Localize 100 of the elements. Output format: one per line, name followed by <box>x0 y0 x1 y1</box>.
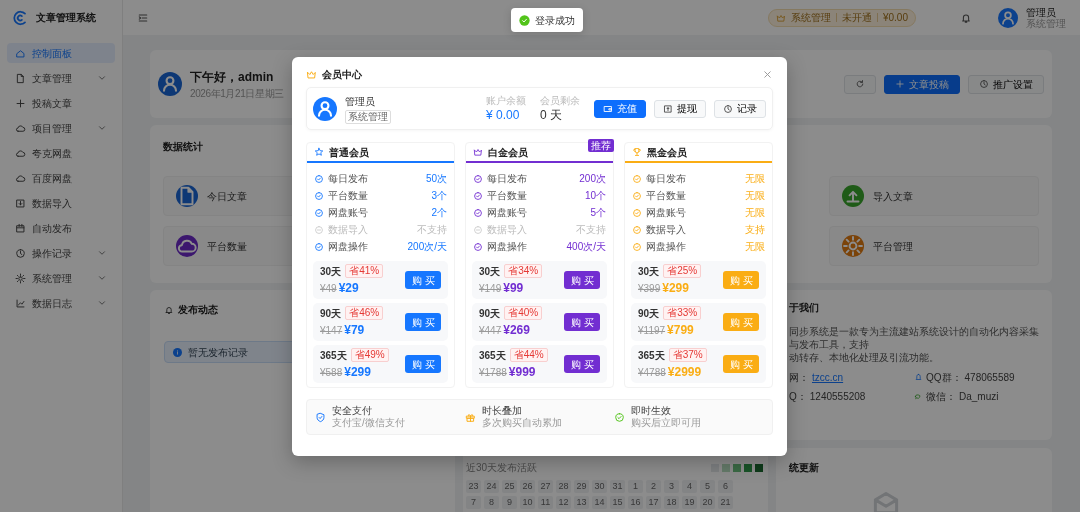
feature-label: 网盘操作 <box>646 240 686 254</box>
buy-button[interactable]: 购买 <box>564 355 600 373</box>
buy-button[interactable]: 购买 <box>405 355 441 373</box>
plus-icon <box>15 97 26 109</box>
calendar-day: 14 <box>592 496 607 509</box>
contact-label: Q： <box>789 390 807 404</box>
sidebar-item[interactable]: 文章管理 <box>7 68 115 88</box>
contact-label: 网： <box>789 371 809 385</box>
sidebar-item[interactable]: 自动发布 <box>7 218 115 238</box>
section-title: 统更新 <box>789 461 819 475</box>
calendar-day: 26 <box>520 480 535 493</box>
close-icon <box>762 68 773 80</box>
document-icon <box>176 185 198 207</box>
feature-value: 200次 <box>579 172 606 186</box>
user-name: 管理员 <box>1026 6 1056 18</box>
perk-subtitle: 支付宝/微信支付 <box>332 417 405 429</box>
clock-icon <box>723 103 733 114</box>
refresh-button[interactable] <box>844 74 876 94</box>
calendar-icon <box>15 222 26 234</box>
feature-label: 平台数量 <box>487 189 527 203</box>
feature-value: 3个 <box>431 189 447 203</box>
document-icon <box>15 72 26 84</box>
section-title: 于我们 <box>789 301 819 315</box>
original-price: ¥1197 <box>638 323 666 338</box>
recharge-button[interactable]: 充值 <box>594 99 646 118</box>
perk-title: 安全支付 <box>332 405 373 417</box>
calendar-day: 23 <box>466 480 481 493</box>
price-text: ¥999 <box>508 363 536 381</box>
calendar-day: 13 <box>574 496 589 509</box>
duration-text: 365天 <box>479 348 506 363</box>
contact-link[interactable]: tzcc.cn <box>812 370 844 385</box>
stat-tile[interactable]: 平台管理 <box>829 226 1039 266</box>
heat-legend-icon <box>711 463 765 472</box>
feature-value: 不支持 <box>576 223 606 237</box>
crown-icon <box>775 12 786 23</box>
sidebar-item[interactable]: 项目管理 <box>7 118 115 138</box>
buy-button[interactable]: 购买 <box>564 271 600 289</box>
feature-label: 数据导入 <box>487 223 527 237</box>
feature-value: 不支持 <box>417 223 447 237</box>
sidebar-item[interactable]: 数据日志 <box>7 293 115 313</box>
original-price: ¥147 <box>320 323 343 338</box>
duration-text: 30天 <box>320 264 342 279</box>
recommend-badge: 推荐 <box>588 139 614 152</box>
submit-button[interactable]: 文章投稿 <box>884 74 960 94</box>
calendar-day: 24 <box>484 480 499 493</box>
price-text: ¥2999 <box>667 363 702 381</box>
sidebar-item[interactable]: 投稿文章 <box>7 93 115 113</box>
history-button[interactable]: 记录 <box>714 99 766 118</box>
feature-label: 数据导入 <box>646 223 686 237</box>
close-button[interactable] <box>762 68 773 80</box>
sidebar-item[interactable]: 夸克网盘 <box>7 143 115 163</box>
feature-value: 无限 <box>745 206 765 220</box>
feature-label: 网盘账号 <box>487 206 527 220</box>
contact-value: 1240555208 <box>809 390 866 404</box>
crown-icon <box>306 68 317 80</box>
gear-icon <box>842 235 864 257</box>
discount-tag: 省25% <box>663 264 702 278</box>
duration-text: 90天 <box>479 306 501 321</box>
sidebar-item[interactable]: 百度网盘 <box>7 168 115 188</box>
feature-label: 数据导入 <box>328 223 368 237</box>
calendar-day: 6 <box>718 480 733 493</box>
buy-button[interactable]: 购买 <box>405 313 441 331</box>
feature-label: 平台数量 <box>646 189 686 203</box>
bell-icon <box>164 304 174 315</box>
calendar-day: 21 <box>718 496 733 509</box>
stat-tile[interactable]: 导入文章 <box>829 176 1039 216</box>
perk-title: 即时生效 <box>631 405 673 417</box>
menu-icon[interactable] <box>137 11 149 24</box>
sidebar-item[interactable]: 操作记录 <box>7 243 115 263</box>
contact-label: 微信： <box>926 390 956 404</box>
sidebar-item[interactable]: 控制面板 <box>7 43 115 63</box>
promo-button[interactable]: 推广设置 <box>968 74 1044 94</box>
price-text: ¥799 <box>667 321 694 339</box>
app-title: 文章管理系统 <box>36 11 96 25</box>
original-price: ¥399 <box>638 281 661 296</box>
bell-icon[interactable] <box>960 11 972 24</box>
calendar-day: 30 <box>592 480 607 493</box>
discount-tag: 省33% <box>663 306 702 320</box>
cloud-icon <box>176 235 198 257</box>
withdraw-button[interactable]: 提现 <box>654 99 706 118</box>
contact-label: QQ群： <box>926 371 962 385</box>
calendar-day: 20 <box>700 496 715 509</box>
buy-button[interactable]: 购买 <box>405 271 441 289</box>
sidebar-item[interactable]: 数据导入 <box>7 193 115 213</box>
modal-title: 会员中心 <box>322 67 362 82</box>
pill-text: 系统管理 <box>790 11 831 25</box>
buy-button[interactable]: 购买 <box>564 313 600 331</box>
original-price: ¥149 <box>479 281 502 296</box>
original-price: ¥49 <box>320 281 337 296</box>
alert-text: 暂无发布记录 <box>188 345 248 360</box>
crown-icon <box>473 147 483 157</box>
original-price: ¥588 <box>320 365 343 380</box>
calendar-day: 16 <box>628 496 643 509</box>
contact-value: 478065589 <box>964 371 1015 385</box>
price-text: ¥299 <box>344 363 371 381</box>
shield-icon <box>315 411 326 423</box>
calendar-day: 8 <box>484 496 499 509</box>
sidebar-item[interactable]: 系统管理 <box>7 268 115 288</box>
duration-text: 90天 <box>320 306 342 321</box>
calendar-day: 12 <box>556 496 571 509</box>
